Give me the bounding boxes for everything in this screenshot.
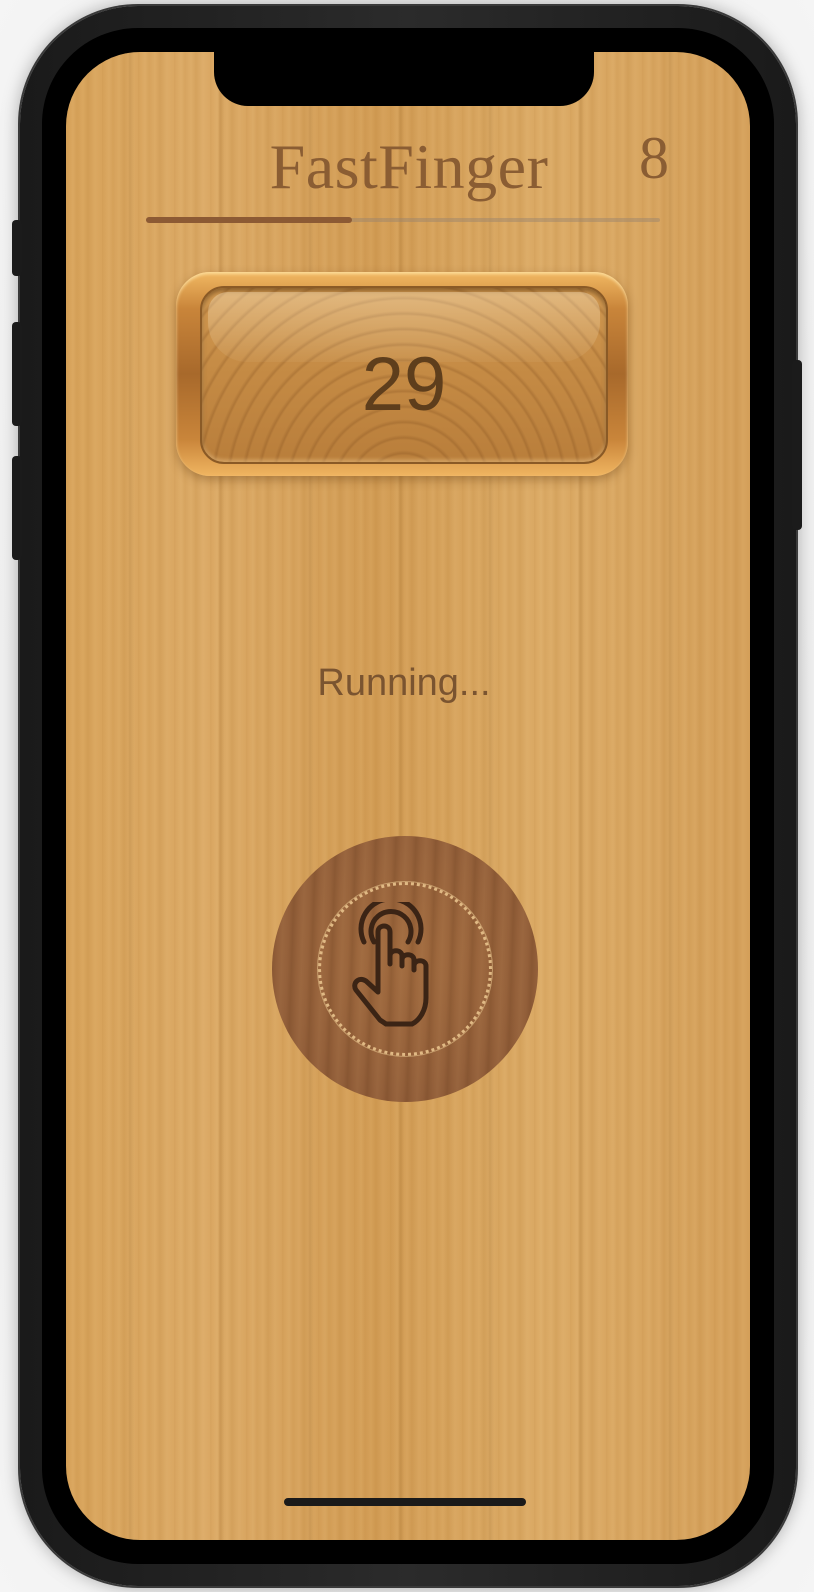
home-indicator[interactable] bbox=[284, 1498, 526, 1506]
score-counter: 8 bbox=[639, 125, 669, 191]
tap-button[interactable] bbox=[272, 836, 538, 1102]
volume-down-button bbox=[12, 456, 22, 560]
timer-value: 29 bbox=[361, 341, 447, 427]
timer-plate: 29 bbox=[176, 272, 628, 476]
progress-bar-fill bbox=[146, 217, 352, 223]
progress-bar bbox=[146, 217, 660, 223]
timer-panel: 29 bbox=[200, 286, 608, 464]
app-title: FastFinger bbox=[269, 131, 549, 202]
status-text: Running... bbox=[317, 662, 491, 704]
power-button bbox=[792, 360, 802, 530]
notch bbox=[214, 52, 594, 106]
tap-hand-icon bbox=[352, 902, 429, 1027]
silent-switch bbox=[12, 220, 22, 276]
volume-up-button bbox=[12, 322, 22, 426]
